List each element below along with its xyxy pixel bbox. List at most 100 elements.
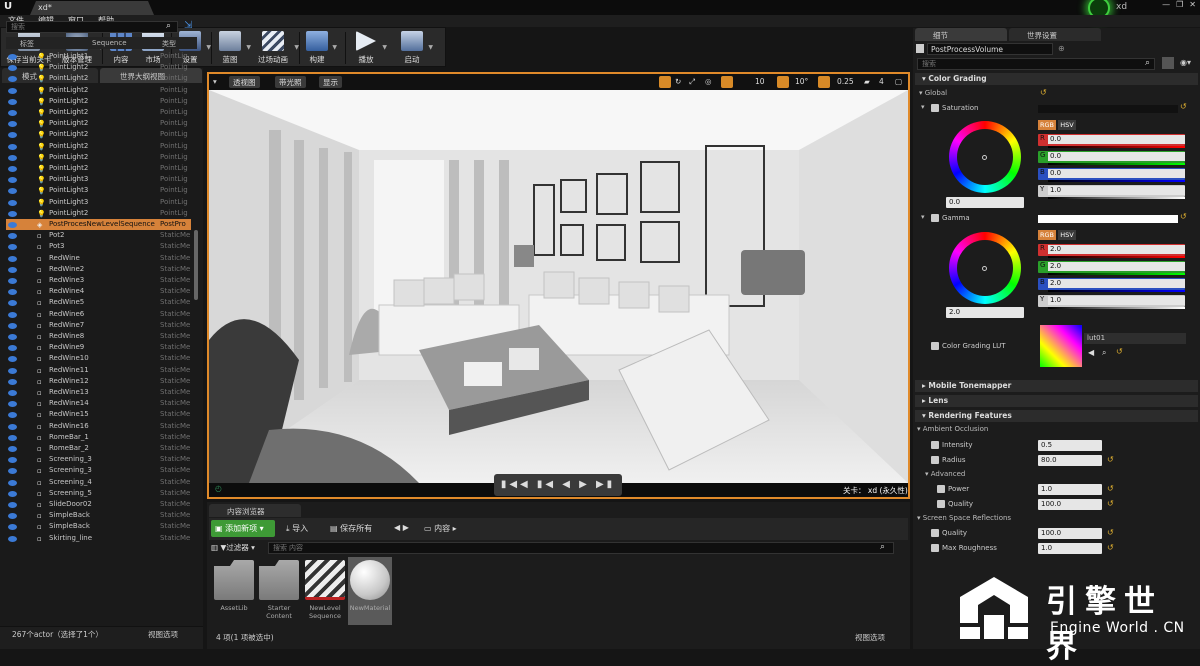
rgb-mode-button[interactable]: RGB — [1038, 120, 1056, 130]
outliner-row[interactable]: 💡 PointLight2 PointLig — [6, 118, 191, 129]
close-icon[interactable]: ✕ — [1189, 0, 1196, 13]
outliner-row[interactable]: ▫ SimpleBack StaticMe — [6, 521, 191, 532]
outliner-row[interactable]: ▫ Pot2 StaticMe — [6, 230, 191, 241]
outliner-row[interactable]: 💡 PointLight2 PointLig — [6, 96, 191, 107]
eye-visibility-icon[interactable] — [8, 233, 17, 240]
eye-visibility-icon[interactable] — [8, 188, 17, 195]
eye-visibility-icon[interactable] — [8, 143, 17, 150]
eye-visibility-icon[interactable] — [8, 255, 17, 262]
reset-icon[interactable]: ↺ — [1107, 499, 1114, 508]
outliner-row[interactable]: ▫ RedWine13 StaticMe — [6, 387, 191, 398]
asset-level-sequence[interactable]: NewLevel Sequence — [303, 557, 347, 625]
saturation-g-field[interactable]: G 0.0 — [1038, 151, 1185, 165]
asset-folder-starter-content[interactable]: Starter Content — [257, 557, 301, 625]
column-type[interactable]: 类型 — [162, 39, 176, 49]
scale-snap-toggle[interactable] — [818, 76, 830, 88]
saturation-y-field[interactable]: Y 1.0 — [1038, 185, 1185, 199]
group-ambient-occlusion[interactable]: ▾ Ambient Occlusion — [917, 425, 988, 433]
maximize-icon[interactable]: ❐ — [1176, 0, 1183, 13]
ssr-quality-checkbox[interactable] — [931, 529, 939, 537]
grid-snap-toggle[interactable] — [721, 76, 733, 88]
lock-icon[interactable]: ⊕ — [1058, 44, 1065, 53]
outliner-row[interactable]: ▫ RomeBar_2 StaticMe — [6, 443, 191, 454]
eye-visibility-icon[interactable] — [8, 121, 17, 128]
outliner-row[interactable]: ▫ Screening_4 StaticMe — [6, 477, 191, 488]
saturation-r-field[interactable]: R 0.0 — [1038, 134, 1185, 148]
eye-visibility-icon[interactable] — [8, 423, 17, 430]
reset-icon[interactable]: ↺ — [1107, 543, 1114, 552]
eye-visibility-icon[interactable] — [8, 490, 17, 497]
outliner-row[interactable]: 💡 PointLight2 PointLig — [6, 62, 191, 73]
eye-visibility-icon[interactable] — [8, 199, 17, 206]
reset-icon[interactable]: ↺ — [1116, 347, 1123, 356]
outliner-row[interactable]: ▫ RedWine4 StaticMe — [6, 286, 191, 297]
eye-visibility-icon[interactable] — [8, 322, 17, 329]
reset-icon[interactable]: ↺ — [1107, 484, 1114, 493]
lut-thumbnail[interactable] — [1040, 325, 1082, 367]
section-color-grading[interactable]: ▾ Color Grading — [915, 73, 1198, 85]
saturation-color-swatch[interactable] — [1038, 105, 1178, 113]
content-view-options[interactable]: 视图选项 — [855, 632, 885, 643]
outliner-row[interactable]: 💡 PointLight1 PointLig — [6, 51, 191, 62]
eye-visibility-icon[interactable] — [8, 289, 17, 296]
lut-checkbox[interactable] — [931, 342, 939, 350]
actor-name-field[interactable]: PostProcessVolume — [927, 43, 1053, 55]
eye-visibility-icon[interactable] — [8, 132, 17, 139]
outliner-row[interactable]: ▫ RomeBar_1 StaticMe — [6, 432, 191, 443]
outliner-row[interactable]: ▫ RedWine9 StaticMe — [6, 342, 191, 353]
gamma-y-field[interactable]: Y 1.0 — [1038, 295, 1185, 309]
eye-visibility-icon[interactable] — [8, 65, 17, 72]
add-new-button[interactable]: ▣ 添加新项 ▾ — [211, 520, 275, 537]
outliner-row[interactable]: 💡 PointLight2 PointLig — [6, 85, 191, 96]
outliner-row[interactable]: ▫ RedWine7 StaticMe — [6, 320, 191, 331]
outliner-row[interactable]: ▫ RedWine14 StaticMe — [6, 398, 191, 409]
content-search-input[interactable] — [268, 542, 894, 554]
history-back-forward[interactable]: ◀ ▶ — [394, 523, 409, 532]
cinematics-button[interactable]: 过场动画 ▼ — [253, 30, 299, 66]
eye-visibility-icon[interactable] — [8, 54, 17, 60]
column-sequence[interactable]: Sequence — [92, 39, 127, 47]
eye-visibility-icon[interactable] — [8, 244, 17, 251]
outliner-row[interactable]: ▫ RedWine2 StaticMe — [6, 264, 191, 275]
eye-visibility-icon[interactable] — [8, 457, 17, 464]
outliner-row[interactable]: 💡 PointLight2 PointLig — [6, 152, 191, 163]
build-button[interactable]: 构建 ▼ — [303, 30, 337, 66]
tab-details[interactable]: 细节 — [915, 28, 1007, 41]
eye-visibility-icon[interactable]: ◉▾ — [1180, 58, 1191, 67]
ao-radius-field[interactable]: 80.0 — [1038, 455, 1102, 466]
translate-icon[interactable] — [659, 76, 671, 88]
eye-visibility-icon[interactable] — [8, 412, 17, 419]
search-icon[interactable]: ⌕ — [880, 542, 885, 552]
outliner-row[interactable]: ▫ RedWine5 StaticMe — [6, 297, 191, 308]
scale-snap-value[interactable]: 0.25 — [835, 76, 856, 88]
eye-visibility-icon[interactable] — [8, 177, 17, 184]
ao-quality-checkbox[interactable] — [937, 500, 945, 508]
reset-icon[interactable]: ↺ — [1180, 102, 1187, 111]
ao-power-field[interactable]: 1.0 — [1038, 484, 1102, 495]
ssr-roughness-field[interactable]: 1.0 — [1038, 543, 1102, 554]
browse-icon[interactable]: ⌕ — [1102, 348, 1106, 358]
eye-visibility-icon[interactable] — [8, 446, 17, 452]
outliner-row[interactable]: 💡 PointLight3 PointLig — [6, 185, 191, 196]
gamma-color-swatch[interactable] — [1038, 215, 1178, 223]
minimize-icon[interactable]: — — [1162, 0, 1170, 13]
tab-content-browser[interactable]: 内容浏览器 — [209, 504, 301, 517]
save-all-button[interactable]: ▤ 保存所有 — [330, 523, 372, 534]
eye-visibility-icon[interactable] — [8, 300, 17, 307]
outliner-row[interactable]: 💡 PointLight2 PointLig — [6, 208, 191, 219]
eye-visibility-icon[interactable] — [8, 378, 17, 385]
content-path-breadcrumb[interactable]: ▭ 内容 ▸ — [424, 523, 457, 534]
rotate-icon[interactable]: ↻ — [673, 76, 683, 88]
gamma-checkbox[interactable] — [931, 214, 939, 222]
outliner-row[interactable]: 💡 PointLight2 PointLig — [6, 107, 191, 118]
eye-visibility-icon[interactable] — [8, 334, 17, 340]
play-button[interactable]: 播放 ▼ — [351, 30, 387, 66]
outliner-row[interactable]: ▫ RedWine10 StaticMe — [6, 353, 191, 364]
outliner-row[interactable]: ▫ Screening_3 StaticMe — [6, 454, 191, 465]
eye-visibility-icon[interactable] — [8, 154, 17, 161]
section-lens[interactable]: ▸ Lens — [915, 395, 1198, 407]
gamma-b-field[interactable]: B 2.0 — [1038, 278, 1185, 292]
ssr-roughness-checkbox[interactable] — [931, 544, 939, 552]
saturation-wheel-value[interactable]: 0.0 — [946, 197, 1024, 208]
outliner-row[interactable]: ▫ Screening_5 StaticMe — [6, 488, 191, 499]
